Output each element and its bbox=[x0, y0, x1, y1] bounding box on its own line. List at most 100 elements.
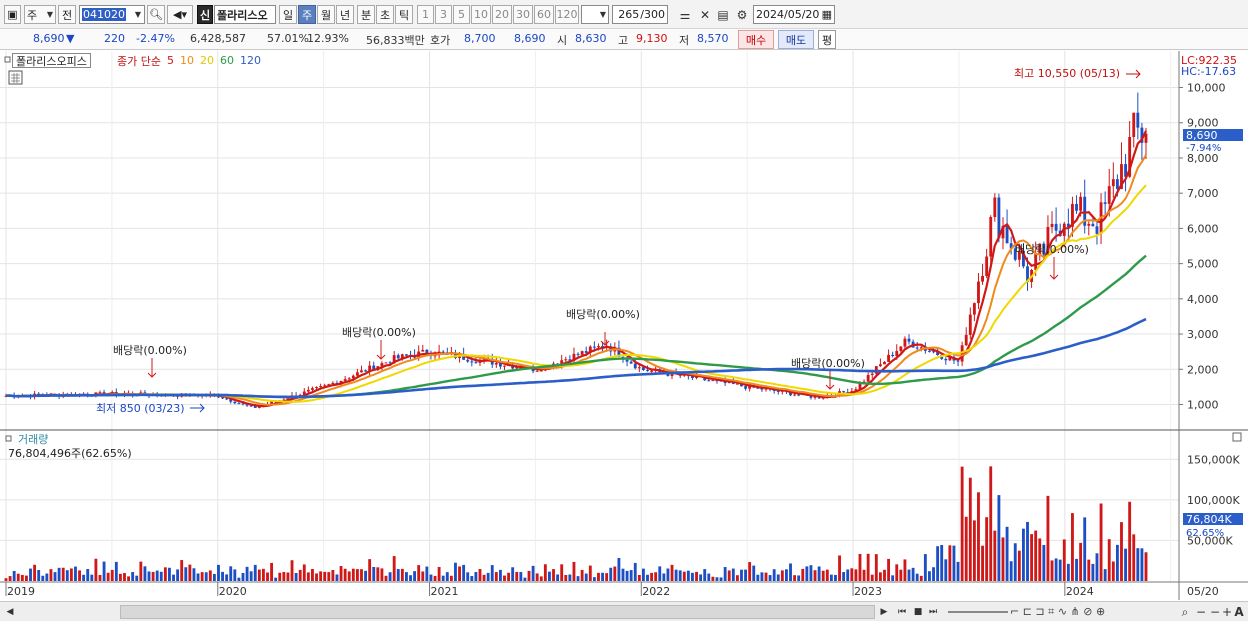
scroll-left-icon[interactable]: ◀ bbox=[4, 605, 16, 619]
period-tick-button[interactable]: 틱 bbox=[395, 5, 413, 24]
volume-bar bbox=[780, 570, 784, 581]
interval-10-button[interactable]: 10 bbox=[471, 5, 491, 24]
panel-collapse-icon[interactable] bbox=[4, 56, 11, 63]
candle-body bbox=[964, 334, 968, 346]
font-size-icon[interactable]: A bbox=[1233, 605, 1245, 619]
candle-body bbox=[878, 364, 882, 367]
window-icon[interactable]: ▣ bbox=[4, 5, 21, 24]
candle-body bbox=[887, 354, 891, 362]
legend-stock-name[interactable]: 폴라리스오피스 bbox=[12, 53, 91, 68]
volume-bar bbox=[723, 567, 727, 581]
buy-button[interactable]: 매수 bbox=[738, 30, 774, 49]
horizontal-scrollbar[interactable]: ◀ ▶ ⏮ ■ ⏭ ⌐ ⊏ ⊐ ⌗ ∿ ⋔ ⊘ ⊕ ⌕ − − + A bbox=[0, 601, 1248, 621]
volume-bar bbox=[613, 566, 617, 581]
ma-legend-60: 60 bbox=[219, 54, 234, 67]
candle-body bbox=[597, 346, 600, 348]
arrow-down-icon bbox=[147, 358, 157, 378]
volume-bar bbox=[237, 577, 241, 581]
volume-bar bbox=[719, 577, 723, 581]
dividend-note-2022: 배당락(0.00%) bbox=[791, 357, 865, 370]
volume-bar bbox=[392, 556, 396, 581]
volume-bar bbox=[1132, 534, 1136, 581]
scroll-thumb[interactable] bbox=[120, 605, 875, 619]
interval-20-button[interactable]: 20 bbox=[492, 5, 512, 24]
date-field[interactable]: 2024/05/20 ▦ bbox=[753, 5, 835, 24]
new-mode-button[interactable]: 신 bbox=[197, 5, 213, 24]
volume-bar bbox=[764, 572, 768, 581]
volume-bar bbox=[1107, 539, 1111, 581]
chevron-down-icon[interactable]: ▼ bbox=[131, 5, 145, 24]
high-price: 9,130 bbox=[636, 32, 668, 45]
volume-bar bbox=[41, 575, 45, 581]
sell-button[interactable]: 매도 bbox=[778, 30, 814, 49]
volume-bar bbox=[654, 572, 658, 581]
stock-name-field[interactable]: 폴라리스오 bbox=[214, 5, 276, 24]
save-icon[interactable]: ▤ bbox=[714, 5, 732, 24]
period-month-button[interactable]: 월 bbox=[317, 5, 335, 24]
interval-120-button[interactable]: 120 bbox=[555, 5, 579, 24]
period-minute-button[interactable]: 분 bbox=[357, 5, 375, 24]
date-tick-label: 2024 bbox=[1066, 585, 1094, 598]
zoom-in-icon[interactable]: + bbox=[1221, 605, 1233, 619]
candle-type-icon[interactable]: ⚌ bbox=[676, 5, 694, 24]
interval-5-button[interactable]: 5 bbox=[453, 5, 470, 24]
speed-slider[interactable] bbox=[948, 611, 1008, 613]
stop-icon[interactable]: ■ bbox=[912, 605, 924, 619]
scroll-right-icon[interactable]: ▶ bbox=[878, 605, 890, 619]
count-field[interactable]: 265/300 bbox=[612, 5, 668, 24]
search-icon[interactable]: 🔍︎ bbox=[147, 5, 165, 24]
custom-interval-select[interactable]: ▼ bbox=[581, 5, 609, 24]
chart-canvas[interactable]: 10,0009,0008,0007,0006,0005,0004,0003,00… bbox=[0, 51, 1248, 600]
volume-bar bbox=[809, 565, 813, 581]
moving-average-lines bbox=[5, 130, 1147, 408]
minus-icon[interactable]: − bbox=[1209, 605, 1221, 619]
eval-button[interactable]: 평 bbox=[818, 30, 836, 49]
ma-line-10 bbox=[5, 154, 1147, 406]
zoom-icon[interactable]: ⌕ bbox=[1178, 605, 1192, 619]
prev-button[interactable]: 전 bbox=[58, 5, 76, 24]
period-year-button[interactable]: 년 bbox=[336, 5, 354, 24]
volume-bar bbox=[486, 572, 490, 581]
period-week-button[interactable]: 주 bbox=[298, 5, 316, 24]
arrow-down-icon bbox=[825, 371, 835, 390]
candle-body bbox=[625, 359, 629, 362]
volume-bar bbox=[948, 545, 952, 581]
gear-icon[interactable]: ⚙ bbox=[733, 5, 751, 24]
candle-body bbox=[315, 387, 318, 389]
sound-icon[interactable]: ◀︎▾ bbox=[167, 5, 193, 24]
period-second-button[interactable]: 초 bbox=[376, 5, 394, 24]
fast-forward-icon[interactable]: ⏭ bbox=[926, 605, 940, 619]
period-day-button[interactable]: 일 bbox=[279, 5, 297, 24]
volume-bar bbox=[106, 572, 110, 581]
volume-bar bbox=[662, 573, 666, 581]
volume-bar bbox=[327, 572, 331, 581]
interval-1-button[interactable]: 1 bbox=[417, 5, 434, 24]
panel-close-icon[interactable] bbox=[1232, 432, 1242, 442]
panel-collapse-icon[interactable] bbox=[5, 435, 12, 442]
rewind-icon[interactable]: ⏮ bbox=[895, 605, 909, 619]
table-icon[interactable] bbox=[8, 70, 23, 85]
interval-30-button[interactable]: 30 bbox=[513, 5, 533, 24]
volume-bar bbox=[1001, 537, 1005, 581]
volume-bar bbox=[678, 570, 682, 581]
count-total: /300 bbox=[640, 8, 665, 21]
volume-bar bbox=[646, 574, 649, 581]
low-label: 저 bbox=[679, 34, 690, 47]
high-label: 고 bbox=[618, 34, 629, 47]
type-select[interactable]: 주 ▼ bbox=[24, 5, 56, 24]
candle-body bbox=[1103, 202, 1107, 204]
volume-bar bbox=[78, 570, 81, 581]
volume-ratio: 57.01% bbox=[267, 32, 309, 45]
zoom-out-icon[interactable]: − bbox=[1195, 605, 1207, 619]
candle-body bbox=[503, 365, 506, 367]
dividend-note-2019: 배당락(0.00%) bbox=[113, 344, 187, 357]
candle-body bbox=[629, 361, 633, 364]
calendar-icon: ▦ bbox=[821, 8, 832, 21]
interval-60-button[interactable]: 60 bbox=[534, 5, 554, 24]
candle-body bbox=[225, 398, 229, 400]
interval-3-button[interactable]: 3 bbox=[435, 5, 452, 24]
volume-bar bbox=[891, 575, 895, 581]
volume-bar bbox=[311, 568, 314, 581]
volume-bar bbox=[531, 565, 535, 581]
indicator-icon[interactable]: ✕ bbox=[696, 5, 714, 24]
